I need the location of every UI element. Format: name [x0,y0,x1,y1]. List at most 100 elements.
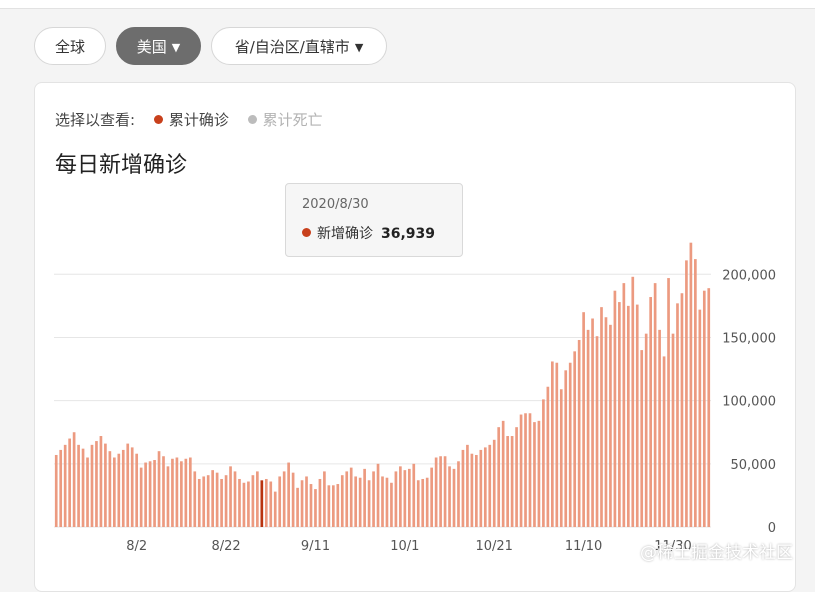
bar [256,471,259,527]
bar [229,466,232,527]
bar [416,480,420,527]
bar [309,484,313,527]
bar [126,443,130,527]
bar [390,482,393,527]
x-tick-label: 10/21 [475,539,512,554]
bar [613,290,617,527]
bar [524,413,527,527]
bar [104,443,107,527]
bar [510,436,514,527]
bar [452,468,456,527]
bar [305,476,308,527]
bar [591,318,594,527]
bar [439,456,442,527]
bar [95,441,98,527]
bar [421,478,425,527]
bar [314,489,317,527]
bar [506,436,509,527]
bar [247,481,250,527]
bar [618,302,621,527]
tab-province[interactable]: 省/自治区/直辖市 ▼ [211,27,387,65]
bar [685,260,688,527]
bar [559,389,563,527]
bar [148,461,152,527]
dot-icon [302,228,311,237]
bar [278,476,282,527]
bar [184,458,188,527]
bar [367,480,371,527]
bar [264,478,268,527]
bar [662,356,666,527]
bar [327,485,331,527]
bar [153,460,156,527]
x-tick-label: 9/11 [301,539,330,554]
bar [77,444,80,527]
bar [162,456,165,527]
bar [403,470,407,527]
bar [702,290,706,527]
bar [466,444,469,527]
bar [461,449,465,527]
bar [139,467,143,527]
bar [323,471,326,527]
bar [546,386,550,527]
bar [622,283,626,527]
bar [332,485,335,527]
bar [676,303,679,527]
top-edge [0,0,815,9]
bar [698,309,702,527]
bar [197,478,201,527]
bar [528,413,532,527]
caret-down-icon: ▼ [171,41,181,54]
bar [224,475,228,527]
y-tick-label: 150,000 [722,331,776,346]
bar [443,456,447,527]
bar [175,457,179,527]
bar [515,427,518,527]
bar [600,307,603,527]
bar [171,458,174,527]
bar [251,475,255,527]
bar [434,457,438,527]
tab-usa[interactable]: 美国 ▼ [116,27,201,65]
bar [206,475,210,527]
bar [582,312,585,527]
bar [626,305,630,527]
bar [99,436,103,527]
bar [108,451,112,527]
bar [680,293,684,527]
watermark: @稀土掘金技术社区 [640,543,793,563]
bar [354,476,358,527]
bar [488,444,492,527]
tab-province-label: 省/自治区/直辖市 [234,38,350,56]
bar [394,471,398,527]
bar [430,467,433,527]
tooltip-value: 36,939 [381,226,436,242]
bar [649,297,652,527]
bar [349,467,353,527]
bar [399,466,402,527]
bar [215,472,219,527]
tab-global[interactable]: 全球 [34,27,106,65]
bar [568,362,572,527]
bar [345,471,349,527]
bar [519,414,523,527]
bar [407,468,411,527]
bar [653,283,657,527]
bar [573,351,577,527]
x-tick-label: 8/22 [211,539,240,554]
bar [564,370,568,527]
tab-usa-label: 美国 [136,38,167,56]
bar [363,468,366,527]
bar [282,471,286,527]
bar [475,454,478,527]
bar [385,477,389,527]
bar [604,317,608,527]
bar [595,336,599,527]
bar [551,361,554,527]
bar [667,278,670,527]
bar [381,476,384,527]
bar [90,444,94,527]
bar [81,448,85,527]
bar [372,471,375,527]
